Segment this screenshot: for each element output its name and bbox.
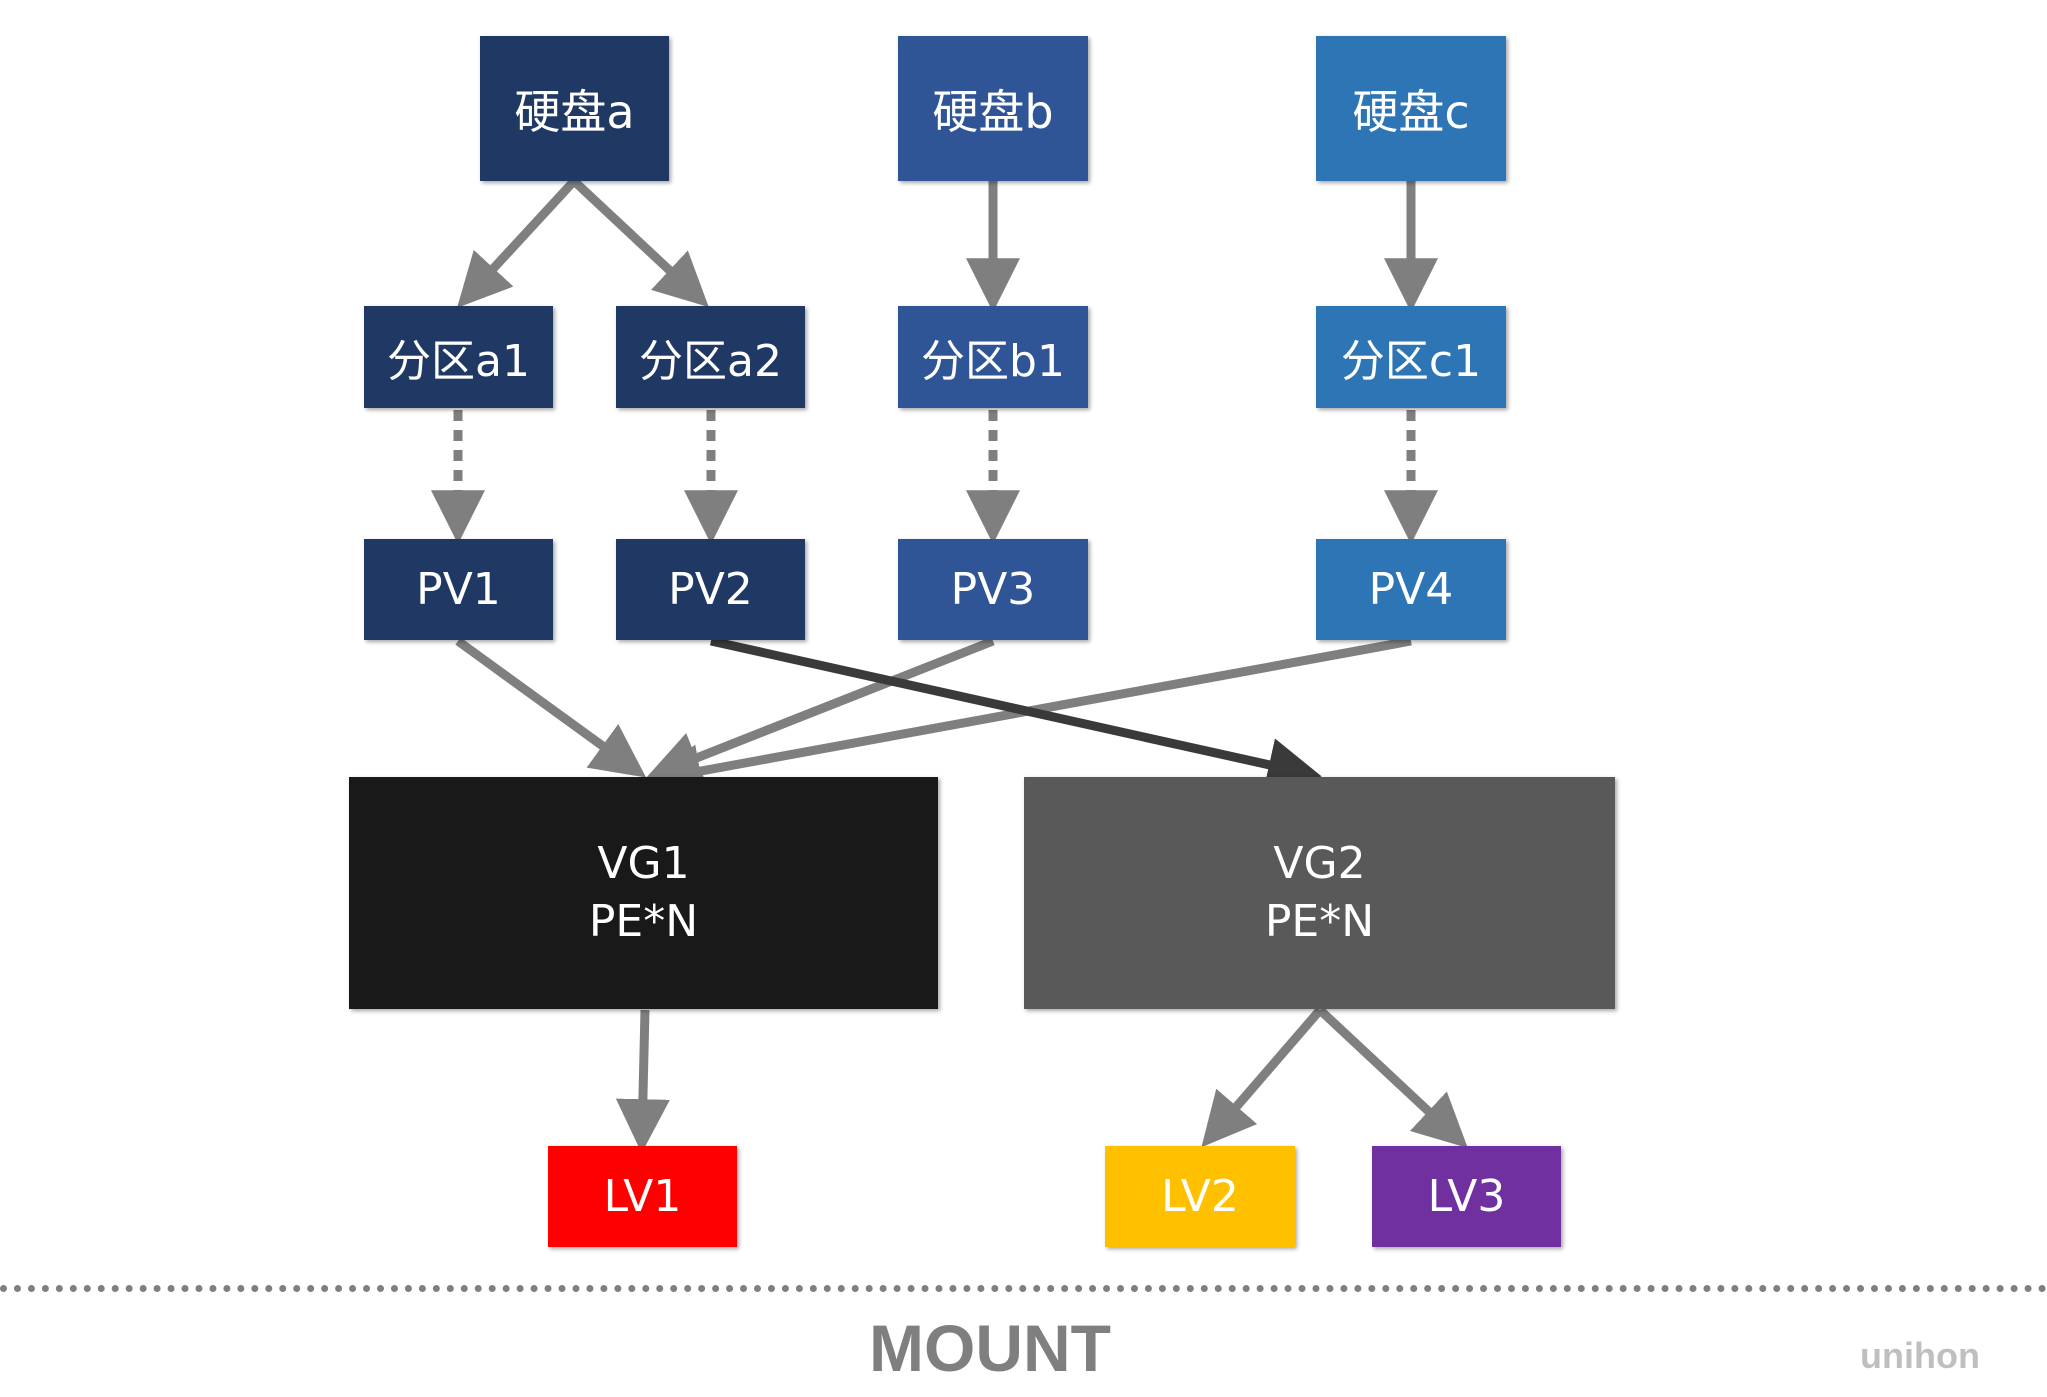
lvm-diagram: 硬盘a 硬盘b 硬盘c 分区a1 分区a2 分区b1 分区c1 PV1 PV2 … bbox=[0, 0, 2047, 1397]
lv3: LV3 bbox=[1372, 1146, 1561, 1247]
lv2: LV2 bbox=[1105, 1146, 1295, 1247]
vg2-name: VG2 bbox=[1273, 838, 1366, 889]
partition-a1: 分区a1 bbox=[364, 306, 553, 408]
disk-b-label: 硬盘b bbox=[932, 84, 1054, 139]
partition-a2-label: 分区a2 bbox=[639, 336, 782, 387]
lv2-label: LV2 bbox=[1161, 1171, 1239, 1222]
vg1: VG1 PE*N bbox=[349, 777, 938, 1009]
mount-divider bbox=[0, 1285, 2047, 1292]
partition-b1: 分区b1 bbox=[898, 306, 1088, 408]
arrow-disk-a-to-partition-a1 bbox=[457, 177, 578, 308]
disk-c-label: 硬盘c bbox=[1352, 84, 1470, 139]
disk-a: 硬盘a bbox=[480, 36, 669, 181]
vg2: VG2 PE*N bbox=[1024, 777, 1615, 1009]
pv3: PV3 bbox=[898, 539, 1088, 640]
pv1: PV1 bbox=[364, 539, 553, 640]
arrow-disk-a-to-partition-a2 bbox=[570, 177, 709, 308]
vg1-name: VG1 bbox=[597, 838, 690, 889]
watermark: unihon bbox=[1860, 1335, 1980, 1376]
partition-a2: 分区a2 bbox=[616, 306, 805, 408]
vg2-extents: PE*N bbox=[1264, 896, 1375, 947]
arrow-pv1-to-vg1 bbox=[455, 637, 647, 778]
partition-a1-label: 分区a1 bbox=[387, 336, 530, 387]
pv4-label: PV4 bbox=[1368, 564, 1454, 615]
pv2: PV2 bbox=[616, 539, 805, 640]
pv1-label: PV1 bbox=[416, 564, 501, 615]
partition-c1-label: 分区c1 bbox=[1340, 336, 1482, 387]
disk-a-label: 硬盘a bbox=[514, 84, 635, 139]
arrow-vg2-to-lv3 bbox=[1316, 1006, 1468, 1149]
pv4: PV4 bbox=[1316, 539, 1506, 640]
connector-layer bbox=[431, 177, 1468, 1154]
pv3-label: PV3 bbox=[950, 564, 1036, 615]
partition-b1-label: 分区b1 bbox=[921, 336, 1065, 387]
partition-c1: 分区c1 bbox=[1316, 306, 1506, 408]
lv1-label: LV1 bbox=[603, 1171, 682, 1222]
pv2-label: PV2 bbox=[668, 564, 753, 615]
lv3-label: LV3 bbox=[1427, 1171, 1506, 1222]
arrow-vg2-to-lv2 bbox=[1201, 1007, 1324, 1148]
disk-c: 硬盘c bbox=[1316, 36, 1506, 181]
vg1-extents: PE*N bbox=[588, 896, 699, 947]
mount-label: MOUNT bbox=[869, 1311, 1111, 1385]
lv1: LV1 bbox=[548, 1146, 737, 1247]
disk-b: 硬盘b bbox=[898, 36, 1088, 181]
arrow-vg1-to-lv1 bbox=[615, 1009, 670, 1154]
